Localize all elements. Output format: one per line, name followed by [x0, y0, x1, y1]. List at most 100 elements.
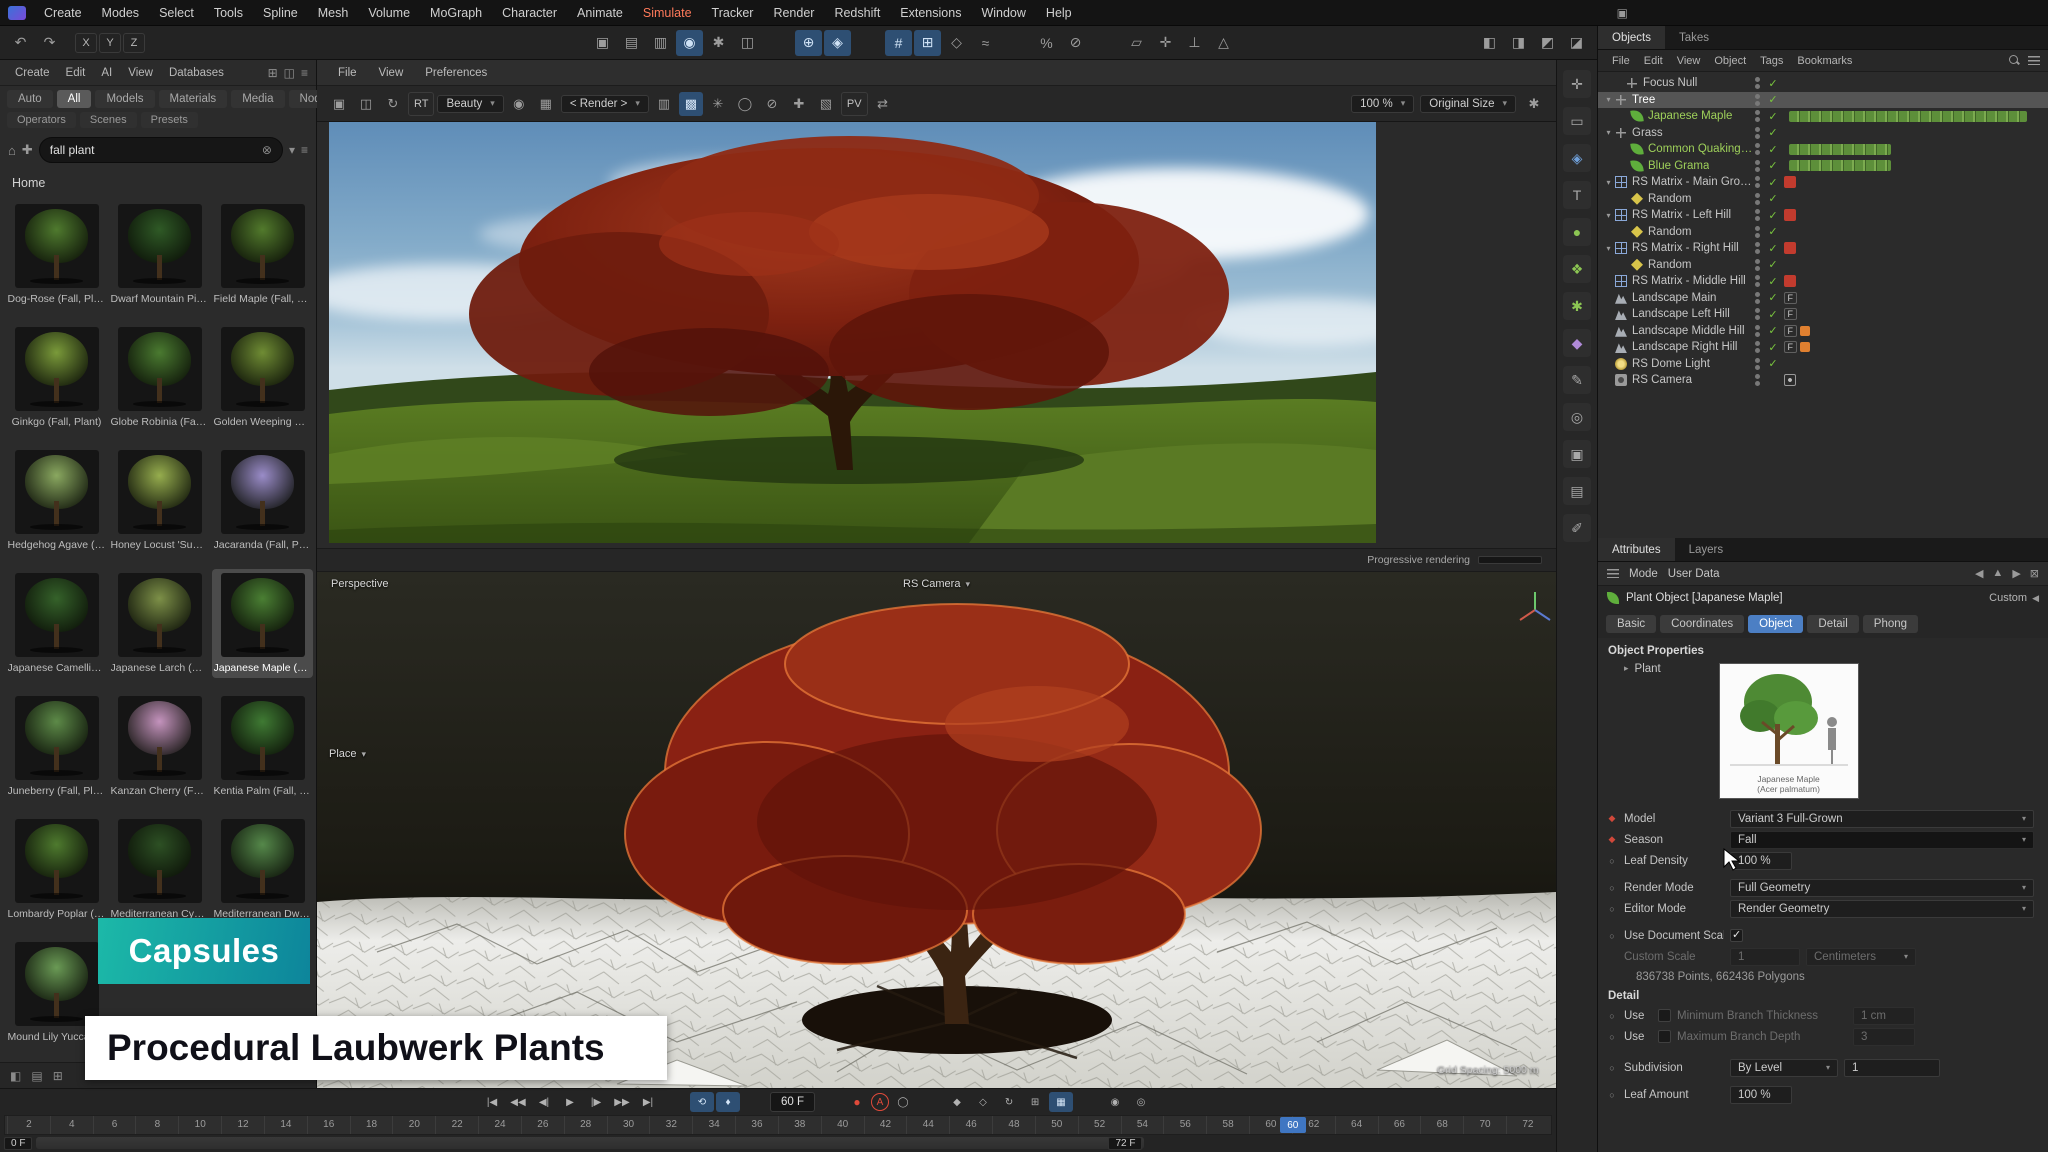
- lock-icon[interactable]: ⊠: [2030, 567, 2039, 580]
- enable-check-icon[interactable]: ✓: [1766, 192, 1780, 205]
- transport-button[interactable]: |▶: [584, 1092, 608, 1112]
- browser-menu-item[interactable]: View: [121, 67, 160, 79]
- menu-item[interactable]: MoGraph: [420, 0, 492, 26]
- season-dropdown[interactable]: Fall: [1730, 831, 2034, 849]
- object-row[interactable]: RS Matrix - Middle Hill ✓: [1598, 273, 2048, 290]
- toolbar-button[interactable]: ◨: [1505, 30, 1532, 56]
- attribute-tab[interactable]: Object: [1748, 615, 1803, 633]
- object-tag-icon[interactable]: [1784, 325, 1810, 337]
- enable-check-icon[interactable]: ✓: [1766, 291, 1780, 304]
- browser-settings-icon[interactable]: ≡: [301, 143, 308, 157]
- asset-item[interactable]: Japanese Larch (Fall, Pl...: [109, 569, 210, 678]
- renderview-tool-button[interactable]: ◫: [354, 92, 378, 116]
- browser-menu-item[interactable]: AI: [94, 67, 119, 79]
- mode-label[interactable]: Mode: [1629, 568, 1658, 580]
- toolbar-button[interactable]: ≈: [972, 30, 999, 56]
- model-dropdown[interactable]: Variant 3 Full-Grown: [1730, 810, 2034, 828]
- visibility-toggle-dots[interactable]: [1755, 308, 1760, 320]
- menu-item[interactable]: Extensions: [890, 0, 971, 26]
- object-row[interactable]: Landscape Main ✓: [1598, 290, 2048, 307]
- menu-item[interactable]: Spline: [253, 0, 308, 26]
- renderview-tool-button[interactable]: ▣: [327, 92, 351, 116]
- toolbar-button[interactable]: Z: [123, 33, 145, 53]
- menu-item[interactable]: Render: [763, 0, 824, 26]
- transport-button[interactable]: ◉: [1103, 1092, 1127, 1112]
- palette-tool-button[interactable]: ●: [1563, 218, 1591, 246]
- renderview-tool-button[interactable]: ◯: [733, 92, 757, 116]
- toolbar-button[interactable]: ⊕: [795, 30, 822, 56]
- palette-tool-button[interactable]: ✐: [1563, 514, 1591, 542]
- browser-subfilter-tab[interactable]: Presets: [141, 112, 198, 128]
- enable-check-icon[interactable]: ✓: [1766, 126, 1780, 139]
- renderview-tool-button[interactable]: ▧: [814, 92, 838, 116]
- visibility-toggle-dots[interactable]: [1755, 110, 1760, 122]
- custom-scale-unit-dropdown[interactable]: Centimeters: [1806, 948, 1916, 966]
- keyframe-icon[interactable]: [1606, 834, 1618, 845]
- keyframe-circle-icon[interactable]: [1606, 1063, 1618, 1073]
- menu-item[interactable]: Volume: [358, 0, 420, 26]
- renderview-tool-button[interactable]: ✚: [787, 92, 811, 116]
- palette-tool-button[interactable]: ◎: [1563, 403, 1591, 431]
- keyframe-circle-icon[interactable]: [1606, 1090, 1618, 1100]
- renderview-tool-button[interactable]: ▥: [652, 92, 676, 116]
- mode-menu-icon[interactable]: [1607, 569, 1619, 578]
- toolbar-button[interactable]: #: [885, 30, 912, 56]
- enable-check-icon[interactable]: ✓: [1766, 176, 1780, 189]
- breadcrumb-home[interactable]: Home: [12, 176, 45, 190]
- transport-button[interactable]: [662, 1092, 688, 1112]
- enable-check-icon[interactable]: ✓: [1766, 225, 1780, 238]
- list-view-icon[interactable]: ◫: [284, 66, 295, 80]
- transport-button[interactable]: [917, 1092, 943, 1112]
- viewport-name-label[interactable]: Perspective: [331, 578, 388, 590]
- transport-button[interactable]: ◯: [891, 1092, 915, 1112]
- plant-preview-thumbnail[interactable]: Japanese Maple (Acer palmatum): [1719, 663, 1859, 799]
- enable-check-icon[interactable]: ✓: [1766, 77, 1780, 90]
- toolbar-button[interactable]: [65, 30, 73, 56]
- toolbar-button[interactable]: ◩: [1534, 30, 1561, 56]
- transport-button[interactable]: [817, 1092, 843, 1112]
- toolbar-button[interactable]: ▱: [1123, 30, 1150, 56]
- menu-item[interactable]: Window: [971, 0, 1035, 26]
- object-manager-menu-item[interactable]: View: [1671, 55, 1707, 67]
- object-tag-icon[interactable]: [1784, 275, 1796, 287]
- add-folder-icon[interactable]: ✚: [22, 142, 33, 158]
- attribute-tab[interactable]: Basic: [1606, 615, 1656, 633]
- renderview-tool-button[interactable]: ⇄: [871, 92, 895, 116]
- nav-back-icon[interactable]: ◀: [1975, 567, 1983, 580]
- asset-item[interactable]: Kentia Palm (Fall, Plant): [212, 692, 313, 801]
- keyframe-icon[interactable]: [1606, 813, 1618, 824]
- asset-item[interactable]: Ginkgo (Fall, Plant): [6, 323, 107, 432]
- panel-menu-icon[interactable]: ≡: [301, 66, 308, 80]
- footer-size-icon[interactable]: ⊞: [53, 1069, 63, 1083]
- grid-view-icon[interactable]: ⊞: [268, 66, 278, 80]
- renderview-tool-button[interactable]: ↻: [381, 92, 405, 116]
- object-row[interactable]: Landscape Middle Hill ✓: [1598, 323, 2048, 340]
- transport-button[interactable]: ♦: [716, 1092, 740, 1112]
- enable-check-icon[interactable]: ✓: [1766, 110, 1780, 123]
- menu-item[interactable]: Animate: [567, 0, 633, 26]
- browser-menu-item[interactable]: Create: [8, 67, 57, 79]
- keyframe-circle-icon[interactable]: [1606, 931, 1618, 941]
- expand-caret-icon[interactable]: ▾: [1603, 95, 1614, 104]
- menu-item[interactable]: Create: [34, 0, 92, 26]
- asset-item[interactable]: Dog-Rose (Fall, Plant): [6, 200, 107, 309]
- object-row[interactable]: ▾ RS Matrix - Main Ground ✓: [1598, 174, 2048, 191]
- clear-search-icon[interactable]: ⊗: [262, 143, 272, 157]
- toolbar-button[interactable]: [1091, 30, 1121, 56]
- toolbar-button[interactable]: ↷: [36, 30, 63, 56]
- enable-check-icon[interactable]: ✓: [1766, 209, 1780, 222]
- transport-button[interactable]: A: [871, 1093, 889, 1111]
- visibility-toggle-dots[interactable]: [1755, 143, 1760, 155]
- toolbar-button[interactable]: ⊞: [914, 30, 941, 56]
- transport-button[interactable]: |◀: [480, 1092, 504, 1112]
- expand-caret-icon[interactable]: ▾: [1603, 211, 1614, 220]
- expand-caret-icon[interactable]: ▾: [1603, 178, 1614, 187]
- editor-mode-dropdown[interactable]: Render Geometry: [1730, 900, 2034, 918]
- visibility-toggle-dots[interactable]: [1755, 358, 1760, 370]
- transport-button[interactable]: ◆: [945, 1092, 969, 1112]
- transport-button[interactable]: ◀◀: [506, 1092, 530, 1112]
- palette-tool-button[interactable]: T: [1563, 181, 1591, 209]
- manager-tab[interactable]: Attributes: [1598, 538, 1675, 561]
- object-row[interactable]: ▾ Tree ✓: [1598, 92, 2048, 109]
- object-tag-icon[interactable]: [1784, 374, 1796, 386]
